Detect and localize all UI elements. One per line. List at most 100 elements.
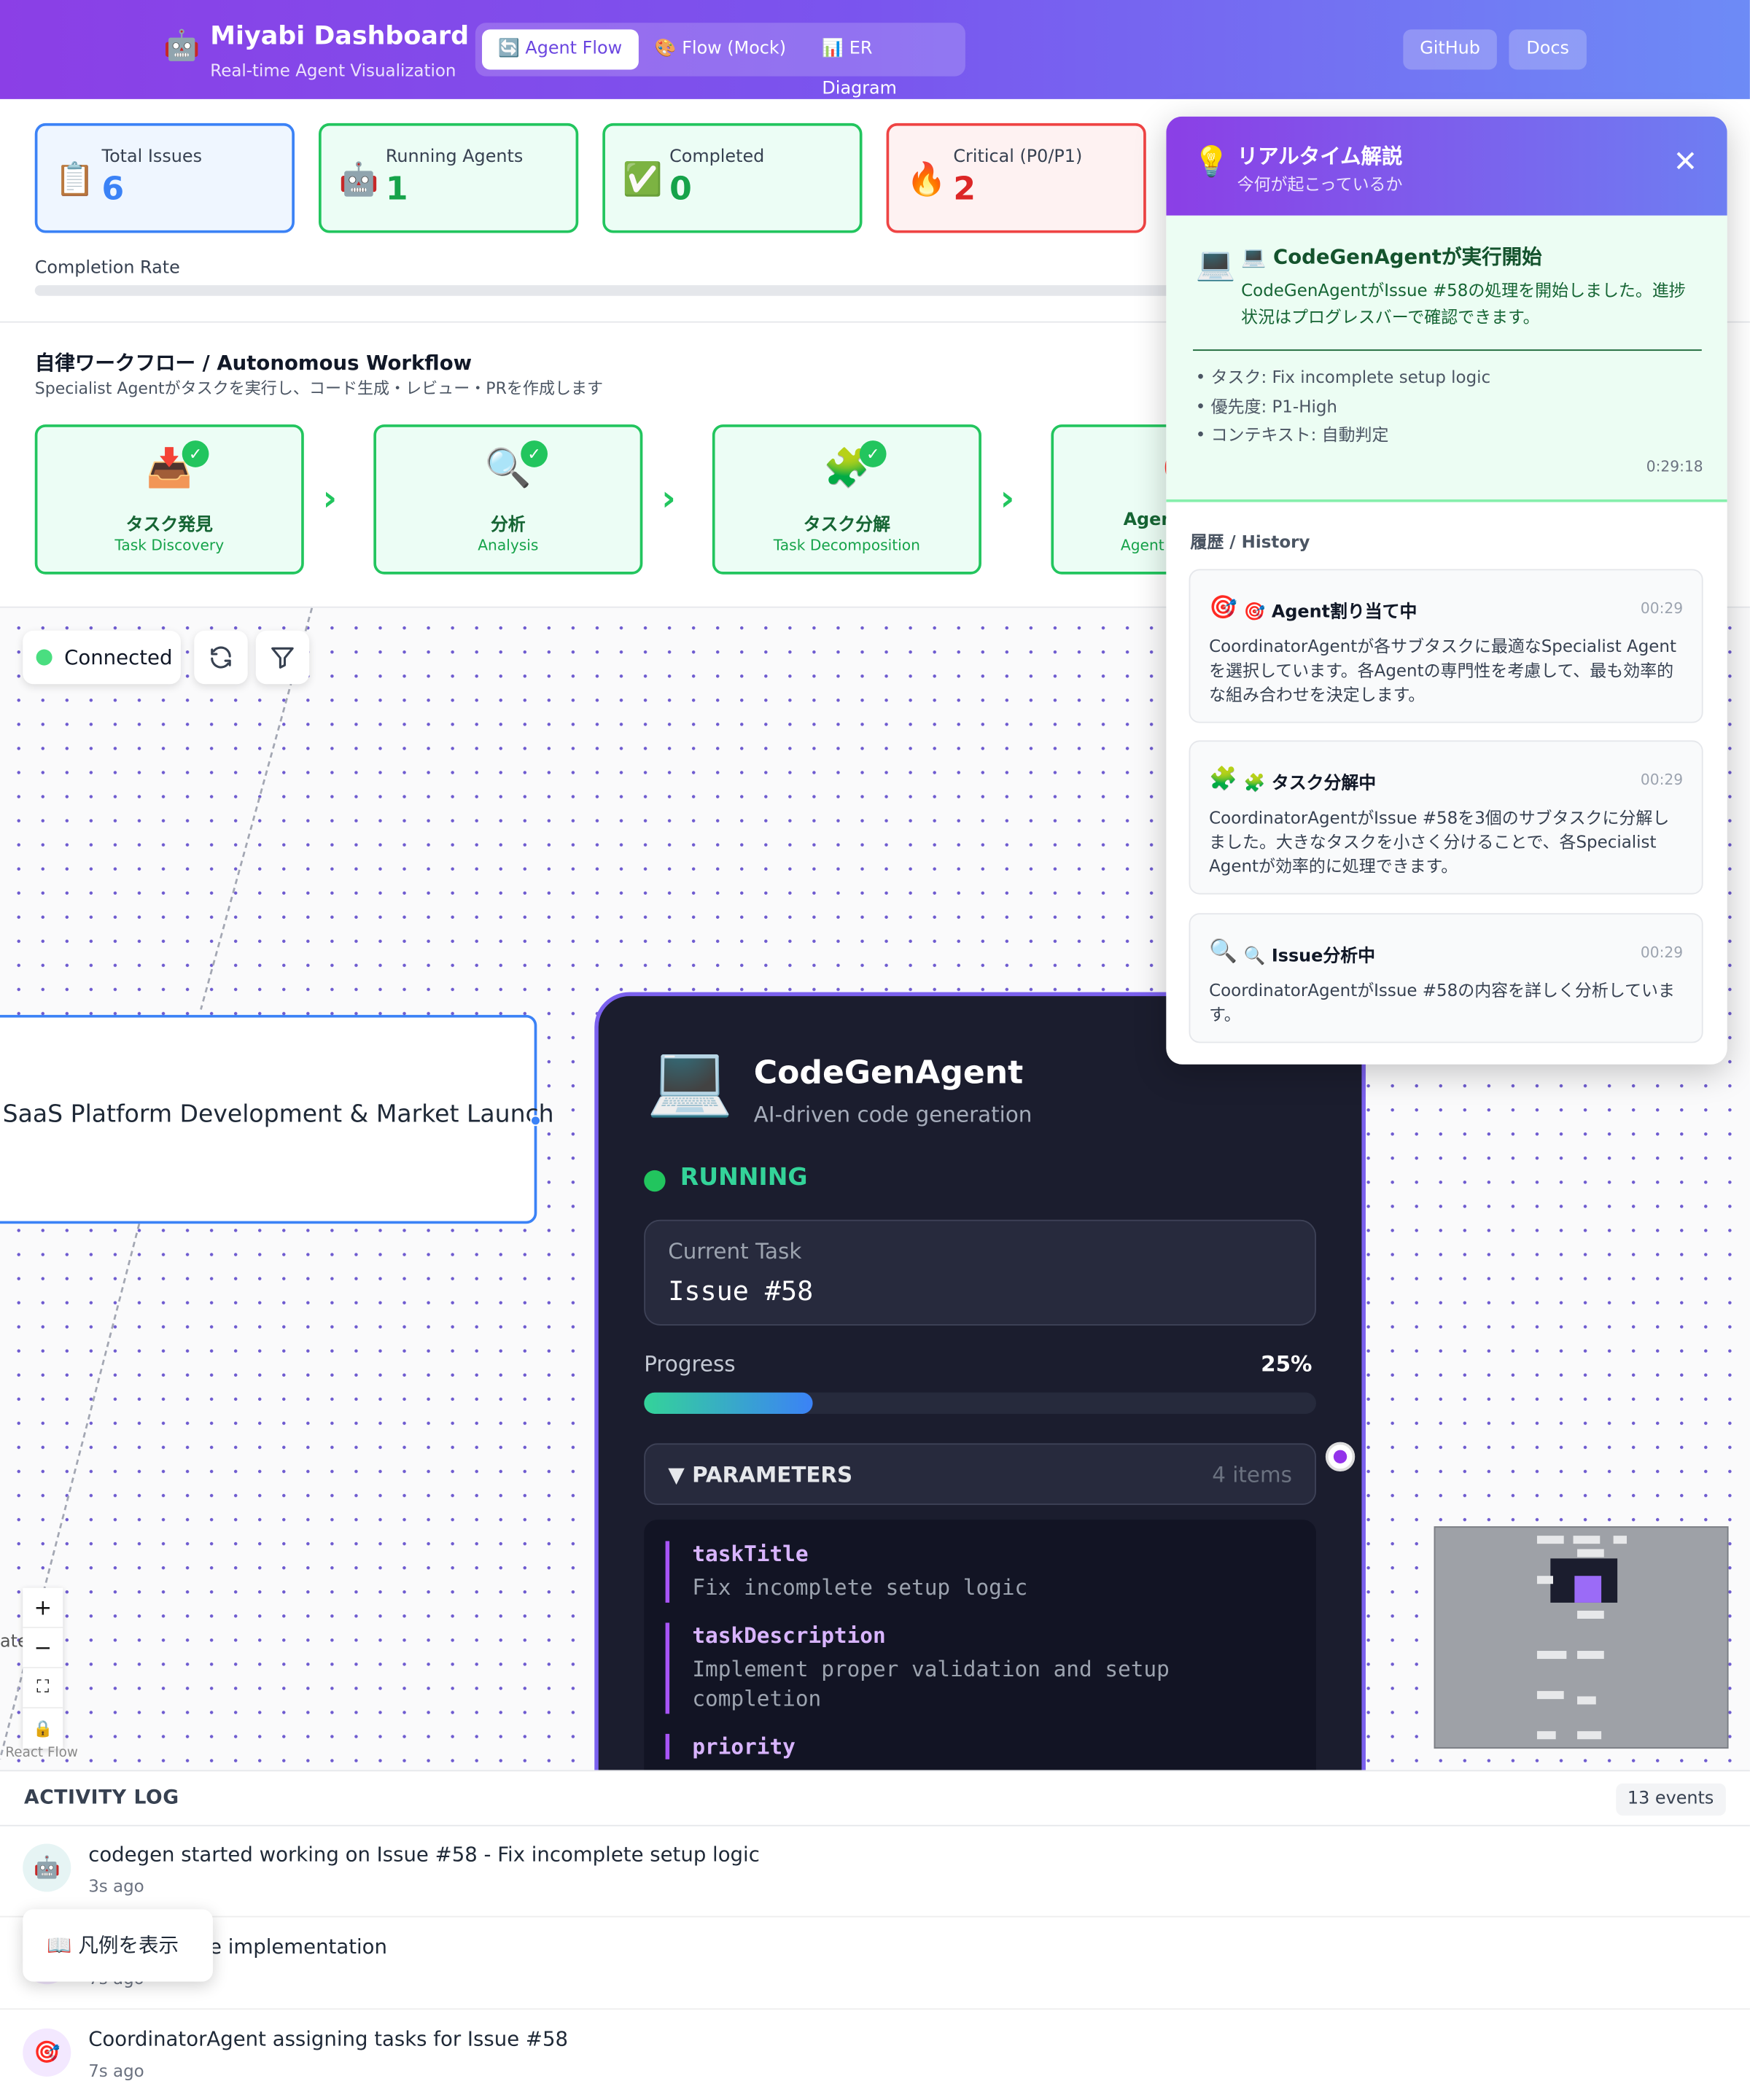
detail-item: • コンテキスト: 自動判定 [1195,424,1389,445]
workflow-step-task-discovery[interactable]: 📥 ✓ タスク発見 Task Discovery [34,424,304,575]
history-card[interactable]: 🧩 🧩 タスク分解中 00:29 CoordinatorAgentがIssue … [1189,740,1703,895]
activity-log: ACTIVITY LOG 13 events 🤖 codegen started… [0,1770,1750,2100]
stat-label: Critical (P0/P1) [953,147,1083,168]
step-label-en: Task Discovery [114,537,225,555]
parameters-label: ▼ PARAMETERS [668,1462,853,1488]
step-label-en: Agent [1120,537,1164,555]
step-label-jp: 分析 [490,515,526,536]
step-label-en: Analysis [478,537,539,555]
step-label-en: Task Decomposition [773,537,920,555]
status-dot [36,649,52,666]
minimap-node [1577,1731,1602,1740]
minimap-node [1577,1549,1604,1558]
laptop-icon: 💻 [1195,245,1236,283]
progress-label: Progress [644,1350,736,1377]
stat-label: Completed [669,147,765,168]
clipboard-icon: 📋 [55,160,96,198]
log-entry: 🤖 codegen started working on Issue #58 -… [0,1827,1750,1918]
event-count-badge: 13 events [1615,1783,1726,1816]
codegen-agent-node[interactable]: 💻 CodeGenAgent AI-driven code generation… [594,992,1366,1823]
history-card[interactable]: 🔍 🔍 Issue分析中 00:29 CoordinatorAgentがIssu… [1189,913,1703,1043]
log-entry: 🎯 CoordinatorAgent assigning tasks for I… [0,2011,1750,2099]
activity-log-title: ACTIVITY LOG [24,1787,179,1809]
docs-button[interactable]: Docs [1509,29,1587,70]
minimap-node [1577,1610,1604,1619]
connection-status: Connected [23,630,181,685]
history-title: 履歴 / History [1190,531,1310,552]
zoom-controls: + − ⛶ 🔒 [23,1587,63,1749]
current-event-details: • タスク: Fix incomplete setup logic • 優先度:… [1196,363,1490,449]
workflow-step-analysis[interactable]: 🔍 ✓ 分析 Analysis [373,424,643,575]
minimap-node [1536,1536,1564,1544]
workflow-subtitle: Specialist Agentがタスクを実行し、コード生成・レビュー・PRを作… [34,378,604,398]
tab-er-diagram[interactable]: 📊 ER Diagram [806,29,965,99]
history-card[interactable]: 🎯 🎯 Agent割り当て中 00:29 CoordinatorAgentが各サ… [1189,569,1703,723]
parameters-toggle[interactable]: ▼ PARAMETERS 4 items [644,1443,1316,1505]
history-card-title: 🧩 タスク分解中 [1243,774,1377,794]
progress-bar [644,1392,1316,1415]
parameter-item: taskTitle Fix incomplete setup logic [665,1541,1028,1603]
history-card-description: CoordinatorAgentがIssue #58の内容を詳しく分析しています… [1209,980,1675,1024]
node-handle[interactable] [1325,1442,1356,1471]
top-header: 🤖 Miyabi Dashboard Real-time Agent Visua… [0,0,1750,99]
history-card-title: 🔍 Issue分析中 [1243,946,1375,967]
target-icon: 🎯 [1209,594,1237,621]
chevron-right-icon: › [661,479,676,520]
puzzle-icon: 🧩 [823,446,871,491]
completion-rate-bar [34,285,1173,296]
panel-header: 💡 リアルタイム解説 今何が起こっているか ✕ [1166,116,1727,216]
lock-button[interactable]: 🔒 [23,1708,63,1749]
project-node-label: SaaS Platform Development & Market Launc… [2,1100,554,1129]
minimap[interactable] [1434,1526,1729,1749]
workflow-step-task-decomposition[interactable]: 🧩 ✓ タスク分解 Task Decomposition [712,424,981,575]
parameter-key: taskDescription [692,1622,886,1649]
app-root: 🤖 Miyabi Dashboard Real-time Agent Visua… [0,0,1750,2100]
minimap-node [1613,1536,1627,1544]
detail-text: タスク: Fix incomplete setup logic [1210,367,1491,387]
flow-edge [0,1223,141,1760]
zoom-out-button[interactable]: − [23,1628,63,1668]
panel-title: リアルタイム解説 [1237,144,1403,169]
filter-button[interactable] [255,630,310,685]
tab-agent-flow[interactable]: 🔄 Agent Flow [482,29,639,70]
check-mark-icon: ✅ [622,160,663,198]
tab-flow-mock[interactable]: 🎨 Flow (Mock) [639,29,802,69]
minimap-node [1577,1696,1596,1705]
show-legend-button[interactable]: 📖 凡例を表示 [23,1909,213,1982]
close-icon[interactable]: ✕ [1673,146,1698,179]
minimap-node [1573,1536,1601,1544]
inbox-icon: 📥 [146,446,193,491]
history-card-time: 00:29 [1640,771,1684,789]
github-button[interactable]: GitHub [1403,29,1497,70]
robot-icon: 🤖 [23,1843,71,1892]
minimap-node [1536,1731,1556,1740]
react-flow-attribution[interactable]: React Flow [5,1746,78,1760]
log-message: codegen started working on Issue #58 - F… [88,1842,760,1867]
step-label-jp: タスク発見 [125,515,213,536]
zoom-in-button[interactable]: + [23,1588,63,1628]
history-card-description: CoordinatorAgentがIssue #58を3個のサブタスクに分解しま… [1209,807,1670,876]
history-card-time: 00:29 [1640,944,1684,962]
laptop-icon: 💻 [646,1040,734,1121]
history-card-title: 🎯 Agent割り当て中 [1243,602,1418,623]
connection-status-label: Connected [64,645,173,670]
parameter-value: Fix incomplete setup logic [692,1574,1028,1601]
stat-total-issues: 📋 Total Issues 6 [34,122,295,233]
refresh-button[interactable] [194,630,248,685]
project-node[interactable]: SaaS Platform Development & Market Launc… [0,1014,554,1224]
chevron-right-icon: › [1000,479,1015,520]
divider [1193,349,1702,351]
parameter-value: Implement proper validation and setup co… [692,1656,1170,1711]
agent-description: AI-driven code generation [753,1102,1032,1128]
history-card-description: CoordinatorAgentが各サブタスクに最適なSpecialist Ag… [1209,636,1676,704]
stat-value: 2 [953,170,976,208]
history-card-time: 00:29 [1640,599,1684,618]
fit-view-button[interactable]: ⛶ [23,1668,63,1708]
node-handle[interactable] [530,1115,541,1127]
stat-label: Running Agents [385,147,524,168]
minimap-viewport [1574,1576,1602,1603]
current-event-description: CodeGenAgentがIssue #58の処理を開始しました。進捗状況はプロ… [1241,279,1686,327]
check-badge-icon: ✓ [521,440,548,467]
step-label-jp: タスク分解 [803,515,891,536]
detail-text: コンテキスト: 自動判定 [1210,424,1389,445]
